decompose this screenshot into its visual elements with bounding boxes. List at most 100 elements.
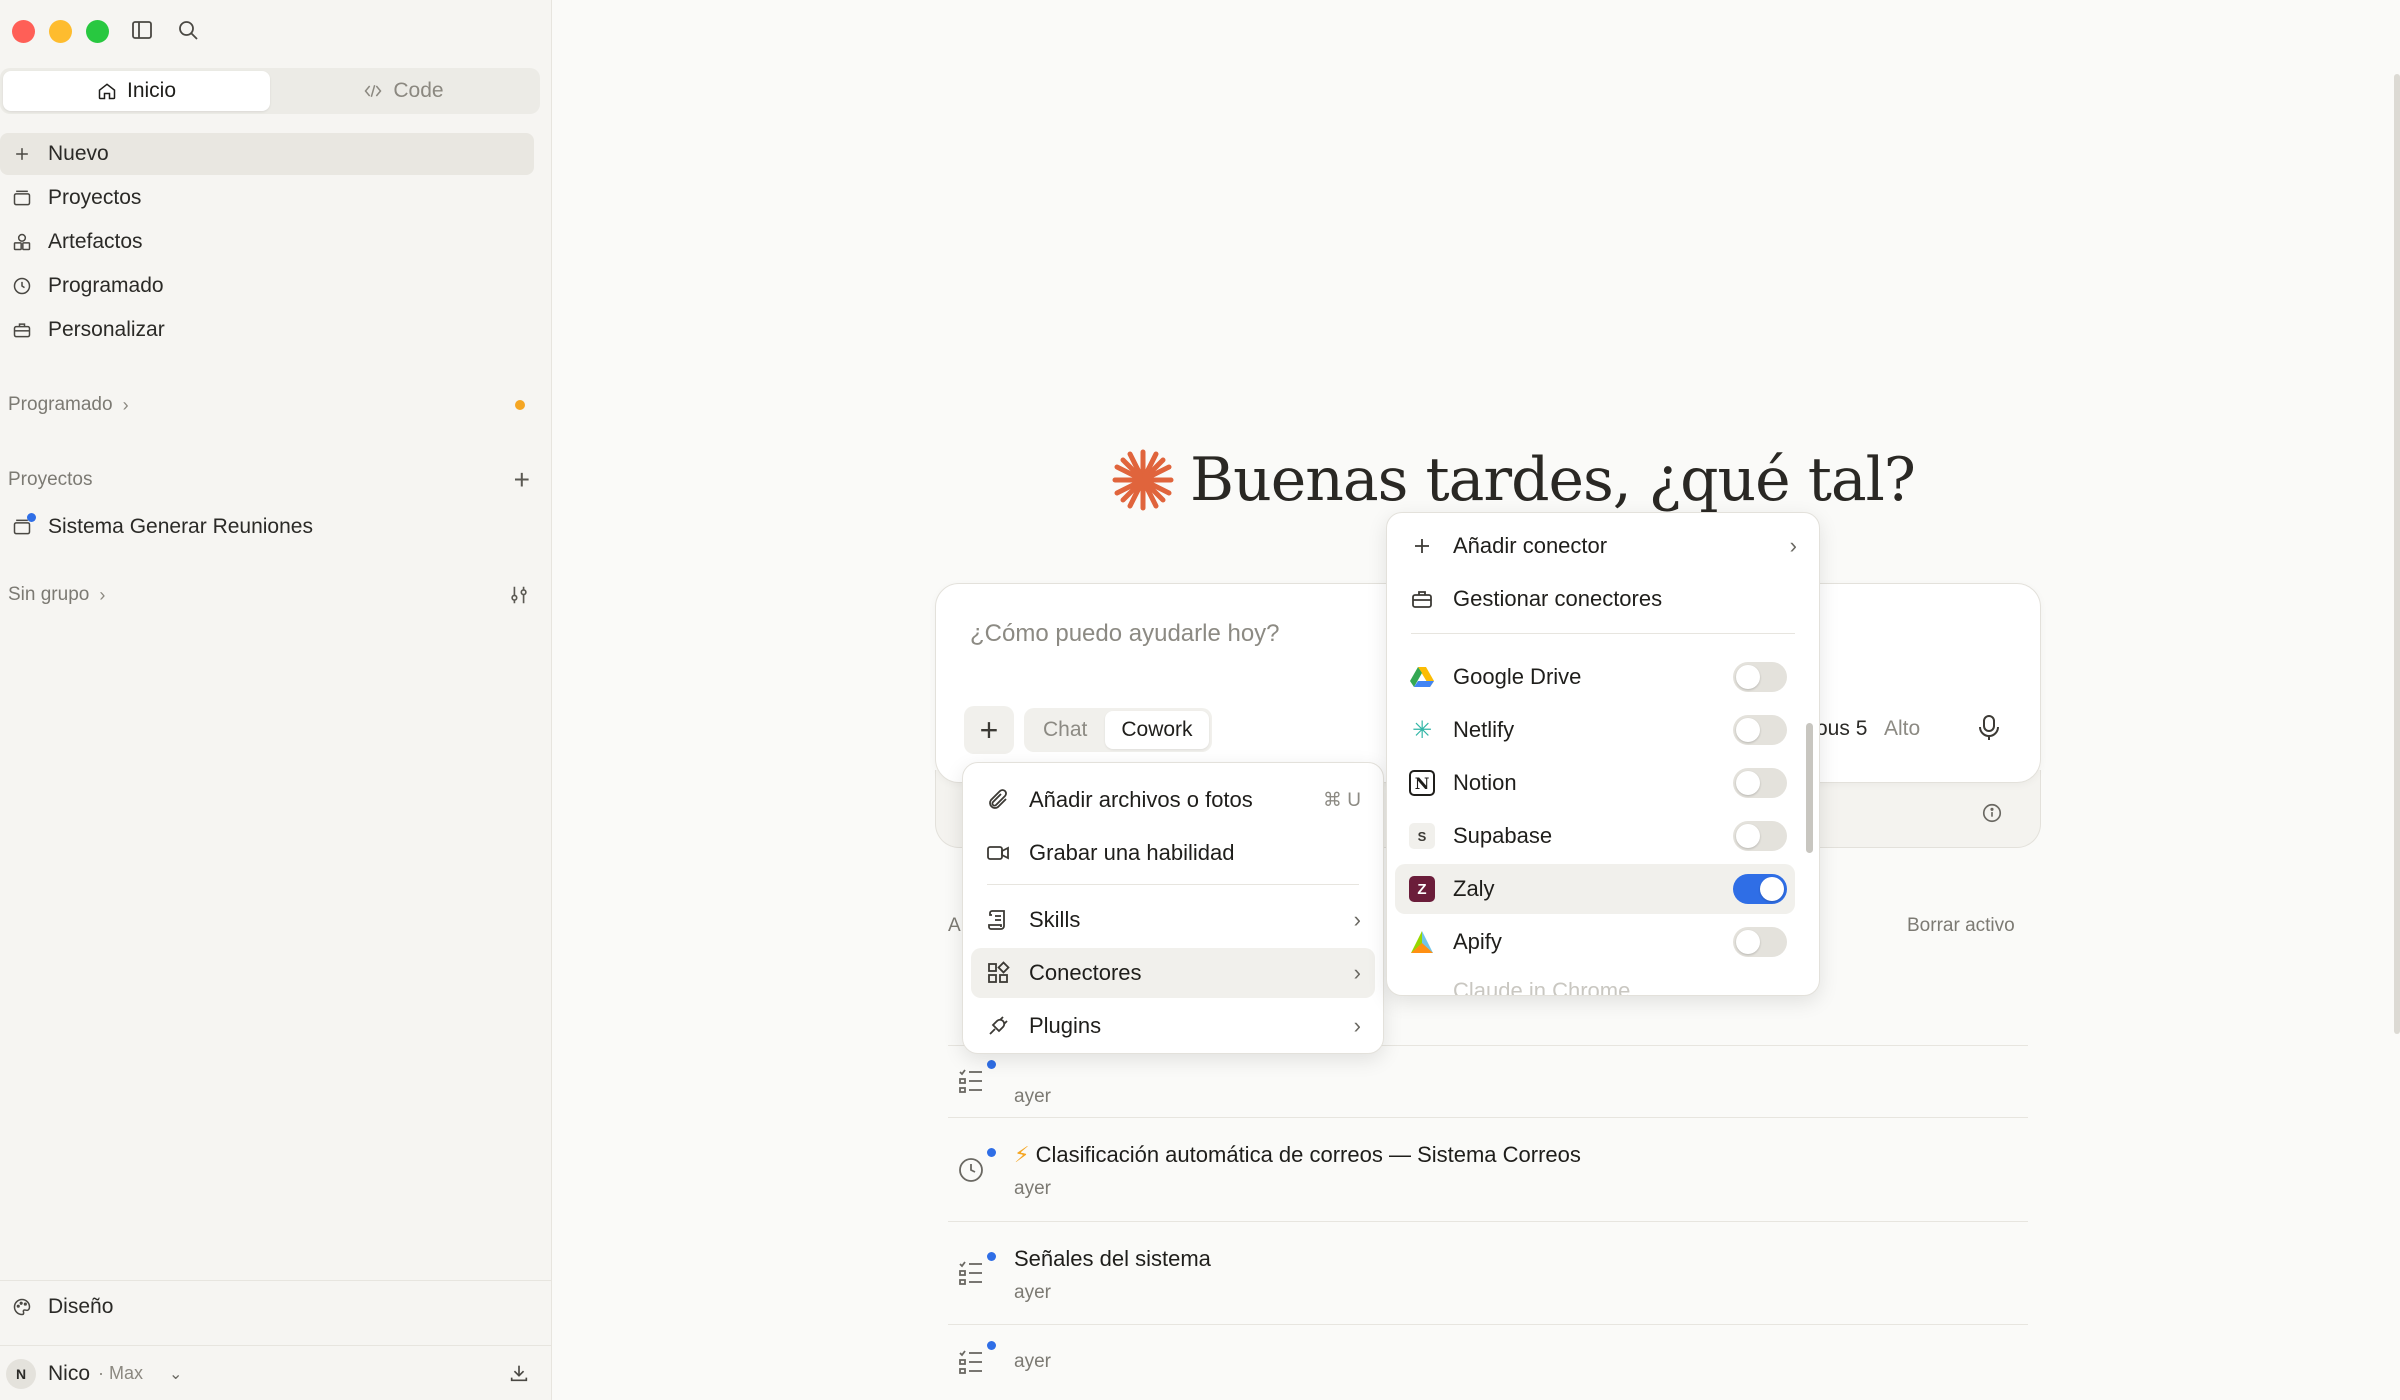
scheduled-header-label: Programado [8, 394, 113, 415]
plugins-item[interactable]: Plugins › [971, 1001, 1375, 1051]
user-menu[interactable]: N Nico · Max ⌄ [0, 1345, 552, 1400]
task-row[interactable]: ayer [948, 1045, 2028, 1117]
chevron-right-icon: › [1353, 907, 1361, 932]
design-item[interactable]: Diseño [12, 1295, 113, 1319]
effort-selector[interactable]: Alto [1884, 717, 1920, 741]
plus-icon [16, 148, 28, 160]
task-title: ⚡ Clasificación automática de correos — … [1014, 1142, 1581, 1168]
connector-netlify: ✳ Netlify [1395, 705, 1795, 755]
sparkle-logo-icon [1112, 449, 1174, 511]
minimize-window-button[interactable] [49, 20, 72, 43]
tab-code[interactable]: Code [270, 71, 537, 111]
avatar: N [6, 1358, 36, 1389]
connectors-item[interactable]: Conectores › [971, 948, 1375, 998]
connector-toggle[interactable] [1733, 662, 1787, 692]
plug-icon [985, 1014, 1011, 1038]
connector-zaly: Z Zaly [1395, 864, 1795, 914]
add-menu: Añadir archivos o fotos ⌘ U Grabar una h… [962, 762, 1384, 1054]
page-scrollbar[interactable] [2394, 74, 2400, 1034]
checklist-icon [956, 1252, 996, 1293]
connector-toggle[interactable] [1733, 715, 1787, 745]
task-row[interactable]: ⚡ Clasificación automática de correos — … [948, 1117, 2028, 1221]
add-project-icon[interactable]: + [514, 466, 530, 494]
zaly-icon: Z [1409, 876, 1435, 902]
chevron-right-icon: › [1353, 960, 1361, 985]
cowork-mode-button[interactable]: Cowork [1105, 711, 1209, 749]
connectors-menu: Añadir conector › Gestionar conectores G… [1386, 512, 1820, 996]
sidebar-item-personalizar[interactable]: Personalizar [0, 309, 534, 351]
scheduled-section-header[interactable]: Programado › [8, 394, 530, 416]
download-icon[interactable] [508, 1362, 530, 1389]
chevron-right-icon: › [1789, 533, 1797, 558]
ungrouped-section-header[interactable]: Sin grupo › [8, 584, 530, 606]
menu-divider [1411, 633, 1795, 634]
message-input[interactable]: ¿Cómo puedo ayudarle hoy? [970, 620, 1280, 648]
netlify-icon: ✳ [1411, 716, 1433, 744]
recents-header: A [948, 915, 961, 936]
manage-connectors-item[interactable]: Gestionar conectores [1395, 574, 1811, 624]
connector-partial-label: Claude in Chrome [1453, 978, 1631, 996]
skills-item[interactable]: Skills › [971, 895, 1375, 945]
connector-notion: N Notion [1395, 758, 1795, 808]
notification-dot [515, 400, 525, 410]
connector-toggle[interactable] [1733, 874, 1787, 904]
connector-supabase: S Supabase [1395, 811, 1795, 861]
sidebar-item-label: Nuevo [48, 142, 109, 165]
clock-icon [13, 277, 31, 295]
chat-mode-button[interactable]: Chat [1027, 711, 1103, 749]
model-selector[interactable]: ous 5 [1816, 717, 1867, 741]
greeting: Buenas tardes, ¿qué tal? [1110, 445, 1916, 515]
add-attachment-button[interactable]: + [964, 706, 1014, 754]
record-skill-label: Grabar una habilidad [1029, 840, 1235, 865]
filter-icon[interactable] [508, 584, 530, 606]
task-row[interactable]: ayer [948, 1324, 2028, 1400]
menu-scrollbar[interactable] [1806, 723, 1813, 853]
tab-inicio[interactable]: Inicio [3, 71, 270, 111]
checklist-icon [956, 1060, 996, 1101]
manage-connectors-label: Gestionar conectores [1453, 586, 1663, 611]
search-icon[interactable] [176, 18, 200, 47]
tab-inicio-label: Inicio [126, 79, 177, 102]
sidebar-toggle-icon[interactable] [130, 18, 154, 47]
maximize-window-button[interactable] [86, 20, 109, 43]
paperclip-icon [985, 788, 1011, 812]
project-folder-icon [12, 513, 36, 537]
sidebar-item-nuevo[interactable]: Nuevo [0, 133, 534, 175]
task-row[interactable]: Señales del sistema ayer [948, 1221, 2028, 1324]
sidebar-item-label: Programado [48, 274, 164, 297]
notion-icon: N [1409, 770, 1435, 796]
microphone-icon[interactable] [1976, 714, 2002, 747]
info-icon[interactable] [1981, 802, 2003, 829]
sidebar-item-proyectos[interactable]: Proyectos [0, 177, 534, 219]
folder-icon [13, 190, 31, 206]
sidebar-item-programado[interactable]: Programado [0, 265, 534, 307]
projects-header-label: Proyectos [8, 469, 93, 490]
project-item[interactable]: Sistema Generar Reuniones [0, 506, 534, 548]
connector-label: Google Drive [1453, 664, 1582, 689]
shortcut-label: ⌘ U [1323, 789, 1361, 811]
chevron-right-icon: › [122, 394, 129, 415]
record-skill-item[interactable]: Grabar una habilidad [971, 828, 1375, 878]
apify-icon [1409, 929, 1435, 955]
connector-label: Supabase [1453, 823, 1553, 848]
mode-toggle: Chat Cowork [1024, 708, 1212, 752]
add-files-item[interactable]: Añadir archivos o fotos ⌘ U [971, 775, 1375, 825]
add-files-label: Añadir archivos o fotos [1029, 787, 1253, 812]
connector-apify: Apify [1395, 917, 1795, 967]
add-connector-item[interactable]: Añadir conector › [1395, 521, 1811, 571]
briefcase-icon [1409, 587, 1435, 611]
clear-active-button[interactable]: Borrar activo [1907, 915, 2015, 937]
add-connector-label: Añadir conector [1453, 533, 1608, 558]
task-title-text: Clasificación automática de correos — Si… [1035, 1142, 1581, 1167]
user-name: Nico [48, 1361, 91, 1385]
task-list: ayer ⚡ Clasificación automática de corre… [948, 1045, 2028, 1400]
connector-toggle[interactable] [1733, 768, 1787, 798]
video-icon [985, 841, 1011, 865]
sidebar-item-artefactos[interactable]: Artefactos [0, 221, 534, 263]
close-window-button[interactable] [12, 20, 35, 43]
projects-section-header: Proyectos + [8, 466, 530, 494]
connector-toggle[interactable] [1733, 927, 1787, 957]
connector-toggle[interactable] [1733, 821, 1787, 851]
connectors-icon [985, 961, 1011, 985]
connector-label: Apify [1453, 929, 1502, 954]
